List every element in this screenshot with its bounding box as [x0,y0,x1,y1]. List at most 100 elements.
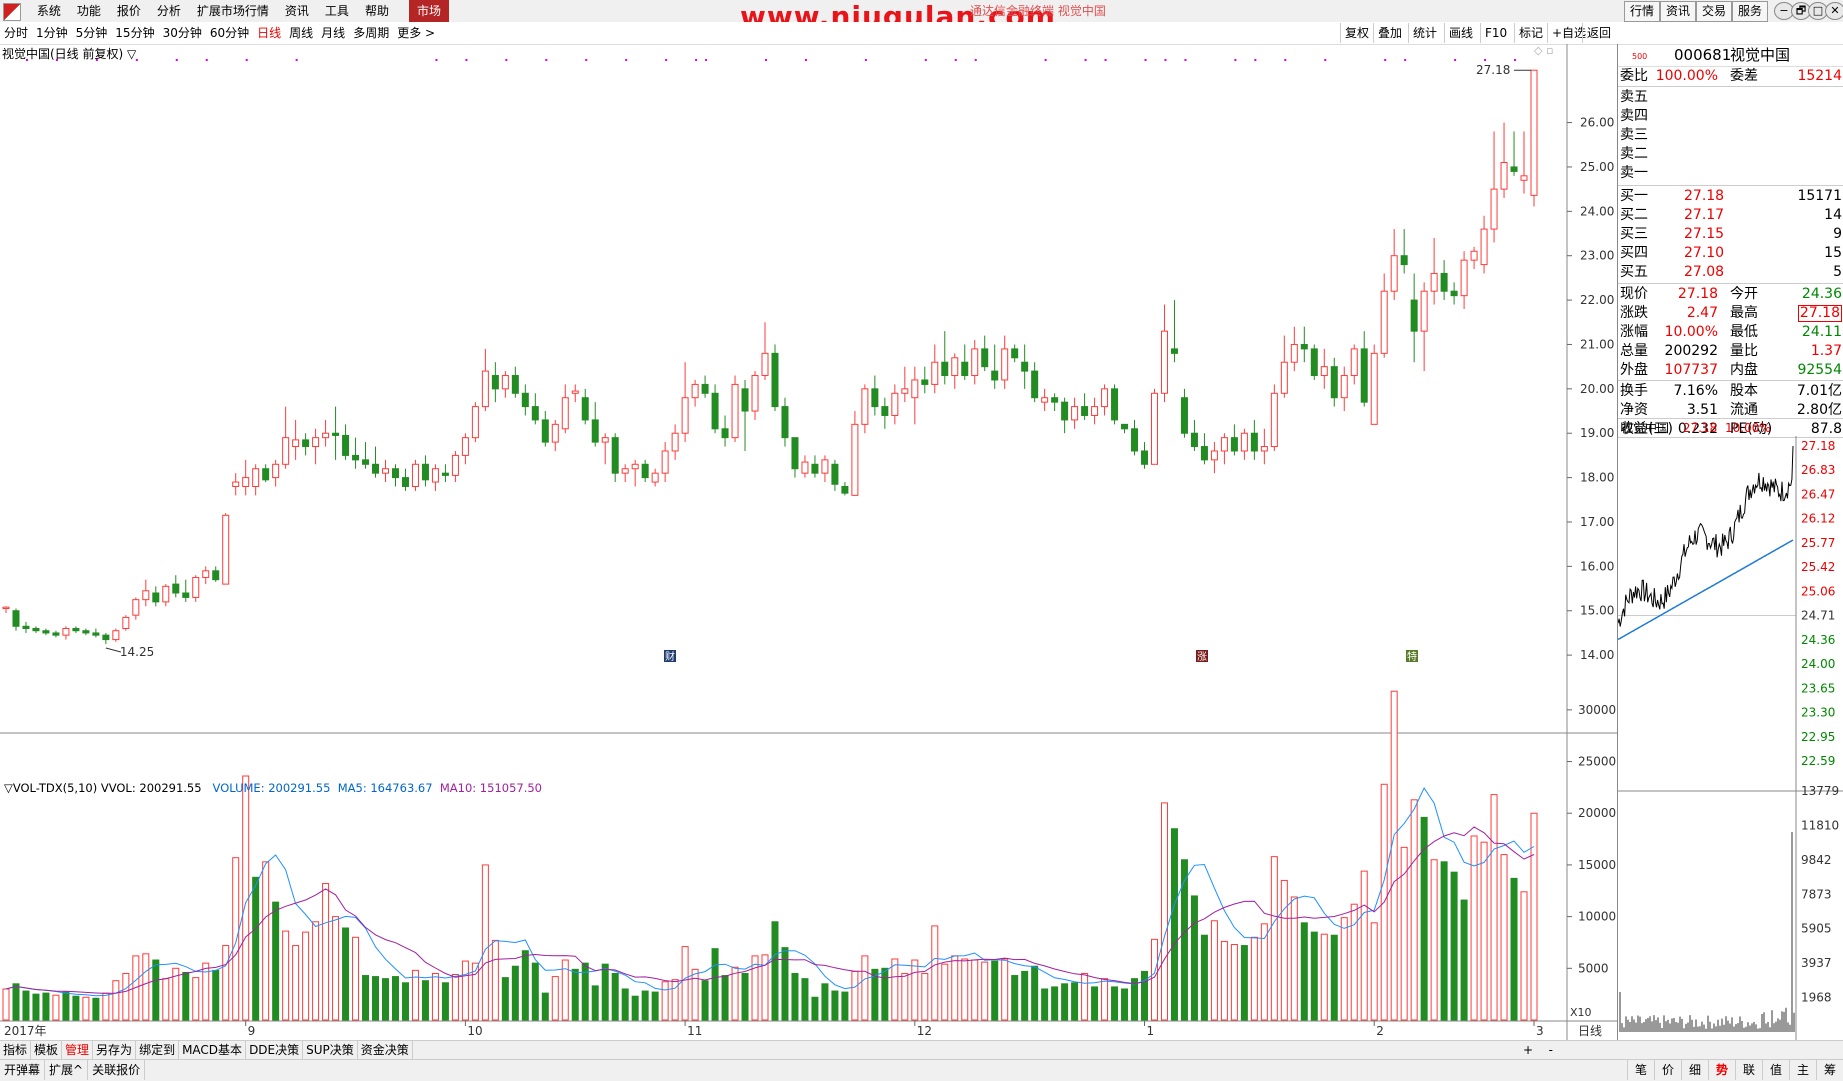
candle-body [82,630,90,634]
period-tab-7[interactable]: 周线 [285,22,317,44]
status-tab-1[interactable]: 扩展^ [45,1060,89,1080]
candle-body [1400,255,1408,266]
bottom-tab-1[interactable]: 模板 [31,1041,63,1060]
stock-code: 000681 [1674,46,1732,64]
candle-body [951,357,959,377]
candle-body [981,348,989,368]
candle-body [731,383,739,439]
bottom-tab-4[interactable]: 绑定到 [136,1041,180,1060]
volume-bar [182,971,190,1021]
volume-bar [691,968,699,1021]
signal-dot [545,59,548,61]
bottom-tab-7[interactable]: SUP决策 [303,1041,358,1060]
volume-bar [621,988,629,1021]
menu-item-2[interactable]: 报价 [109,0,149,22]
menu-item-4[interactable]: 扩展市场行情 [189,0,277,22]
period-tab-5[interactable]: 60分钟 [206,22,253,44]
status-tab-0[interactable]: 开弹幕 [0,1060,46,1080]
volume-bar [1101,978,1109,1021]
period-tab-6[interactable]: 日线 [253,22,285,44]
candle-body [72,627,80,632]
chart-tool-4[interactable]: F10 [1480,23,1511,43]
chart-tool-0[interactable]: 复权 [1340,23,1373,43]
right-tab-2[interactable]: 细 [1681,1060,1708,1080]
chart-tool-3[interactable]: 画线 [1444,23,1477,43]
period-tab-3[interactable]: 15分钟 [111,22,158,44]
period-tab-8[interactable]: 月线 [317,22,349,44]
intraday-mini-chart[interactable]: 27.18 26.83 26.47 26.12 25.77 25.42 25.06 24.71… [1618,436,1843,1040]
menu-item-8[interactable]: 市场 [408,0,449,22]
price-tick: 26.00 [1580,116,1614,130]
candle-body [202,570,210,578]
menu-item-0[interactable]: 系统 [29,0,69,22]
right-tab-4[interactable]: 联 [1735,1060,1762,1080]
right-tab-6[interactable]: 主 [1789,1060,1816,1080]
signal-dot [465,59,468,61]
top-button-3[interactable]: 服务 [1732,1,1769,22]
chart-tool-2[interactable]: 统计 [1408,23,1441,43]
menu-item-3[interactable]: 分析 [149,0,189,22]
volume-bar [82,996,90,1021]
vol-header: ▽VOL-TDX(5,10) VVOL: 200291.55 [4,781,202,795]
top-button-1[interactable]: 资讯 [1660,1,1697,22]
period-tab-1[interactable]: 1分钟 [32,22,72,44]
candle-body [302,439,310,448]
chart-tool-7[interactable]: 返回 [1582,23,1615,43]
volume-bar [701,980,709,1021]
date-label: 2017年 [4,1024,47,1038]
volume-bar [72,995,80,1021]
period-tab-4[interactable]: 30分钟 [159,22,206,44]
zoom-minus-button[interactable]: - [1549,1041,1553,1060]
menu-item-6[interactable]: 工具 [317,0,357,22]
chart-tool-1[interactable]: 叠加 [1373,23,1406,43]
period-tab-9[interactable]: 多周期 [349,22,393,44]
volume-bar [2,988,10,1021]
signal-dot [695,59,698,61]
bottom-tab-8[interactable]: 资金决策 [358,1041,413,1060]
right-tab-5[interactable]: 值 [1762,1060,1789,1080]
bottom-tab-0[interactable]: 指标 [0,1041,32,1060]
chart-tool-5[interactable]: 标记 [1514,23,1547,43]
close-icon[interactable]: ✕ [1825,2,1843,20]
volume-bar [112,980,120,1021]
price-tick: 19.00 [1580,426,1614,440]
period-tab-10[interactable]: 更多 > [393,22,439,44]
bottom-tab-2[interactable]: 管理 [62,1041,94,1060]
candle-body [1480,228,1488,266]
period-tab-0[interactable]: 分时 [0,22,32,44]
bottom-tab-5[interactable]: MACD基本 [179,1041,247,1060]
mini-price-tick: 26.12 [1801,512,1835,526]
volume-bar [352,936,360,1021]
bottom-tab-3[interactable]: 另存为 [93,1041,137,1060]
right-tab-3[interactable]: 势 [1708,1060,1735,1080]
volume-bar [961,958,969,1021]
volume-bar [1061,983,1069,1021]
menu-item-5[interactable]: 资讯 [277,0,317,22]
volume-bar [1220,940,1228,1021]
candle-body [1360,348,1368,403]
candle-body [961,361,969,377]
signal-dot [954,59,957,61]
status-tab-2[interactable]: 关联报价 [88,1060,146,1080]
right-tab-0[interactable]: 笔 [1627,1060,1654,1080]
sell-row-5-label: 卖五 [1620,89,1648,105]
right-tab-1[interactable]: 价 [1654,1060,1681,1080]
candle-body [192,576,200,598]
buy-row-3: 买三 27.15 9 [1618,225,1843,244]
candle-body [1101,388,1109,408]
candle-body [1081,406,1089,416]
right-tab-7[interactable]: 筹 [1816,1060,1843,1080]
menu-item-1[interactable]: 功能 [69,0,109,22]
kline-chart[interactable]: 26.00 25.00 24.00 23.00 22.00 21.00 20.00 19.00… [0,44,1617,1040]
top-button-2[interactable]: 交易 [1696,1,1733,22]
candle-body [182,592,190,598]
top-button-0[interactable]: 行情 [1624,1,1661,22]
stat-value: 24.11 [1801,324,1842,340]
zoom-plus-button[interactable]: + [1523,1041,1533,1060]
bottom-tab-6[interactable]: DDE决策 [246,1041,304,1060]
candle-body [1051,397,1059,403]
volume-bar [991,960,999,1021]
period-tab-2[interactable]: 5分钟 [72,22,112,44]
menu-item-7[interactable]: 帮助 [357,0,397,22]
candle-body [581,397,589,421]
